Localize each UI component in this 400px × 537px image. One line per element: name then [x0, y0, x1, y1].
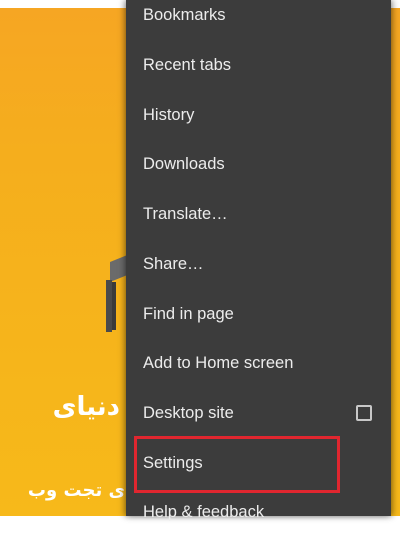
menu-item-label: Desktop site — [143, 403, 234, 422]
menu-item-label: Translate… — [143, 204, 228, 223]
menu-item-label: Settings — [143, 453, 203, 472]
menu-item-downloads[interactable]: Downloads — [126, 139, 391, 189]
menu-item-translate[interactable]: Translate… — [126, 189, 391, 239]
menu-item-settings[interactable]: Settings — [126, 438, 391, 488]
menu-item-label: Add to Home screen — [143, 353, 294, 372]
menu-item-add-to-home-screen[interactable]: Add to Home screen — [126, 338, 391, 388]
menu-item-label: Bookmarks — [143, 5, 226, 24]
menu-item-help-feedback[interactable]: Help & feedback — [126, 487, 391, 537]
menu-item-label: History — [143, 105, 195, 124]
page-subline: ی تجت وب — [27, 480, 125, 501]
menu-item-label: Find in page — [143, 304, 234, 323]
menu-item-recent-tabs[interactable]: Recent tabs — [126, 40, 391, 90]
menu-item-desktop-site[interactable]: Desktop site — [126, 388, 391, 438]
menu-item-find-in-page[interactable]: Find in page — [126, 289, 391, 339]
menu-item-label: Recent tabs — [143, 55, 232, 74]
menu-item-label: Help & feedback — [143, 502, 265, 521]
menu-item-share[interactable]: Share… — [126, 239, 391, 289]
desktop-site-checkbox[interactable] — [356, 405, 372, 421]
menu-item-label: Downloads — [143, 154, 225, 173]
menu-item-label: Share… — [143, 254, 204, 273]
overflow-menu: Bookmarks Recent tabs History Downloads … — [126, 0, 391, 521]
menu-item-bookmarks[interactable]: Bookmarks — [126, 0, 391, 40]
menu-item-history[interactable]: History — [126, 90, 391, 140]
